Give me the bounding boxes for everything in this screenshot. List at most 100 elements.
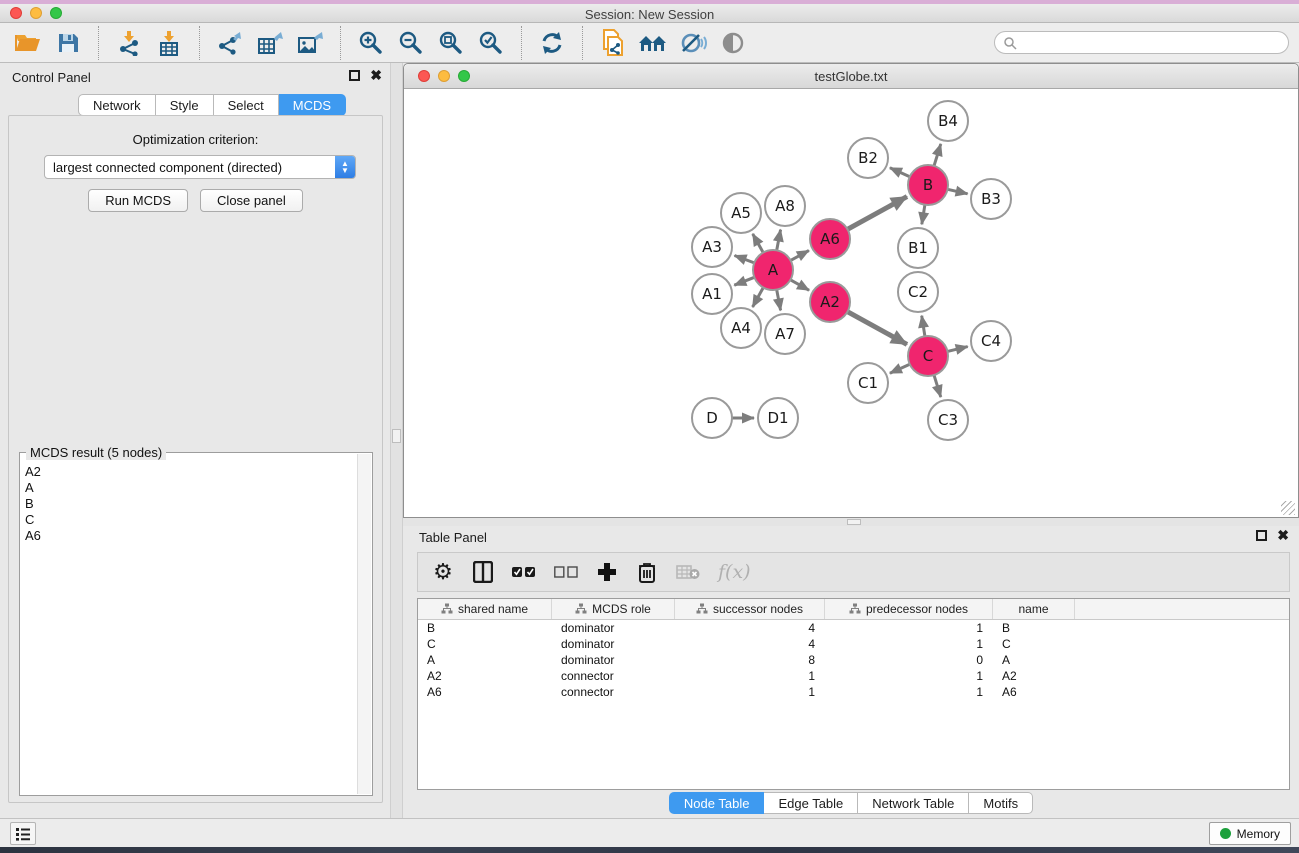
cell-predecessor-nodes[interactable]: 0 <box>825 653 993 667</box>
zoom-selected-icon[interactable] <box>471 26 511 60</box>
task-history-button[interactable] <box>10 822 36 845</box>
node-A6[interactable]: A6 <box>810 219 850 259</box>
edge-A-A6[interactable] <box>791 251 809 261</box>
edge-A-A8[interactable] <box>777 230 781 251</box>
result-item[interactable]: A <box>25 480 357 496</box>
edge-C-C2[interactable] <box>922 316 925 337</box>
resize-grip-icon[interactable] <box>1281 501 1295 515</box>
delete-column-icon[interactable] <box>636 558 658 586</box>
edge-B-B1[interactable] <box>922 205 925 225</box>
refresh-icon[interactable] <box>532 26 572 60</box>
cell-predecessor-nodes[interactable]: 1 <box>825 621 993 635</box>
gear-icon[interactable]: ⚙ <box>432 558 454 586</box>
node-C2[interactable]: C2 <box>898 272 938 312</box>
node-B1[interactable]: B1 <box>898 228 938 268</box>
result-scrollbar[interactable] <box>357 454 371 794</box>
cell-MCDS-role[interactable]: connector <box>552 685 675 699</box>
add-column-icon[interactable] <box>596 558 618 586</box>
node-D1[interactable]: D1 <box>758 398 798 438</box>
node-B4[interactable]: B4 <box>928 101 968 141</box>
tab-motifs[interactable]: Motifs <box>969 792 1033 814</box>
zoom-in-icon[interactable] <box>351 26 391 60</box>
table-row[interactable]: Cdominator41C <box>418 636 1289 652</box>
cell-shared-name[interactable]: C <box>418 637 552 651</box>
column-header-successor-nodes[interactable]: successor nodes <box>675 599 825 619</box>
hide-selected-icon[interactable] <box>673 26 713 60</box>
node-A1[interactable]: A1 <box>692 274 732 314</box>
node-D[interactable]: D <box>692 398 732 438</box>
cell-name[interactable]: A <box>993 653 1075 667</box>
result-item[interactable]: B <box>25 496 357 512</box>
cell-MCDS-role[interactable]: connector <box>552 669 675 683</box>
edge-C-C3[interactable] <box>934 375 941 397</box>
edge-A6-B[interactable] <box>848 197 908 230</box>
cell-shared-name[interactable]: A6 <box>418 685 552 699</box>
node-B2[interactable]: B2 <box>848 138 888 178</box>
open-file-icon[interactable] <box>8 26 48 60</box>
import-table-icon[interactable] <box>149 26 189 60</box>
edge-A-A7[interactable] <box>777 290 781 311</box>
export-table-icon[interactable] <box>250 26 290 60</box>
cell-MCDS-role[interactable]: dominator <box>552 637 675 651</box>
show-all-icon[interactable] <box>713 26 753 60</box>
criterion-select[interactable]: largest connected component (directed) ▲… <box>44 155 356 179</box>
edge-B-B4[interactable] <box>934 144 941 166</box>
cell-successor-nodes[interactable]: 8 <box>675 653 825 667</box>
tab-network-table[interactable]: Network Table <box>858 792 969 814</box>
cell-shared-name[interactable]: B <box>418 621 552 635</box>
edge-A-A5[interactable] <box>753 234 764 253</box>
table-row[interactable]: Bdominator41B <box>418 620 1289 636</box>
deselect-all-icon[interactable] <box>554 558 578 586</box>
save-session-icon[interactable] <box>48 26 88 60</box>
search-input-field[interactable] <box>1017 36 1267 50</box>
node-B[interactable]: B <box>908 165 948 205</box>
edge-A-A2[interactable] <box>790 280 809 291</box>
tab-select[interactable]: Select <box>214 94 279 116</box>
tab-network[interactable]: Network <box>78 94 156 116</box>
table-row[interactable]: A2connector11A2 <box>418 668 1289 684</box>
table-row[interactable]: A6connector11A6 <box>418 684 1289 700</box>
node-A2[interactable]: A2 <box>810 282 850 322</box>
cell-name[interactable]: C <box>993 637 1075 651</box>
network-window-titlebar[interactable]: testGlobe.txt <box>404 64 1298 89</box>
result-item[interactable]: C <box>25 512 357 528</box>
export-image-icon[interactable] <box>290 26 330 60</box>
cell-name[interactable]: A6 <box>993 685 1075 699</box>
column-header-shared-name[interactable]: shared name <box>418 599 552 619</box>
memory-button[interactable]: Memory <box>1209 822 1291 845</box>
column-select-icon[interactable] <box>472 558 494 586</box>
node-A8[interactable]: A8 <box>765 186 805 226</box>
node-C3[interactable]: C3 <box>928 400 968 440</box>
import-network-icon[interactable] <box>109 26 149 60</box>
node-A3[interactable]: A3 <box>692 227 732 267</box>
cell-name[interactable]: A2 <box>993 669 1075 683</box>
main-titlebar[interactable]: Session: New Session <box>0 4 1299 23</box>
node-table[interactable]: shared nameMCDS rolesuccessor nodesprede… <box>417 598 1290 790</box>
cell-name[interactable]: B <box>993 621 1075 635</box>
edge-A2-C[interactable] <box>848 312 908 345</box>
first-neighbors-icon[interactable] <box>633 26 673 60</box>
result-item[interactable]: A6 <box>25 528 357 544</box>
close-panel-button[interactable]: Close panel <box>200 189 303 212</box>
tab-style[interactable]: Style <box>156 94 214 116</box>
column-header-predecessor-nodes[interactable]: predecessor nodes <box>825 599 993 619</box>
edge-B-B3[interactable] <box>948 189 968 194</box>
select-all-icon[interactable] <box>512 558 536 586</box>
cell-shared-name[interactable]: A <box>418 653 552 667</box>
run-mcds-button[interactable]: Run MCDS <box>88 189 188 212</box>
vertical-splitter[interactable] <box>390 63 403 818</box>
float-panel-icon[interactable] <box>349 70 360 81</box>
cell-successor-nodes[interactable]: 4 <box>675 621 825 635</box>
close-panel-icon[interactable]: ✖ <box>370 70 382 81</box>
edge-B-B2[interactable] <box>890 168 910 177</box>
result-item[interactable]: A2 <box>25 464 357 480</box>
zoom-fit-icon[interactable] <box>431 26 471 60</box>
duplicate-network-icon[interactable] <box>593 26 633 60</box>
tab-node-table[interactable]: Node Table <box>669 792 765 814</box>
edge-A-A1[interactable] <box>734 277 754 285</box>
splitter-handle[interactable] <box>392 429 401 443</box>
horizontal-splitter[interactable] <box>403 518 1299 526</box>
table-row[interactable]: Adominator80A <box>418 652 1289 668</box>
cell-successor-nodes[interactable]: 1 <box>675 685 825 699</box>
node-A5[interactable]: A5 <box>721 193 761 233</box>
